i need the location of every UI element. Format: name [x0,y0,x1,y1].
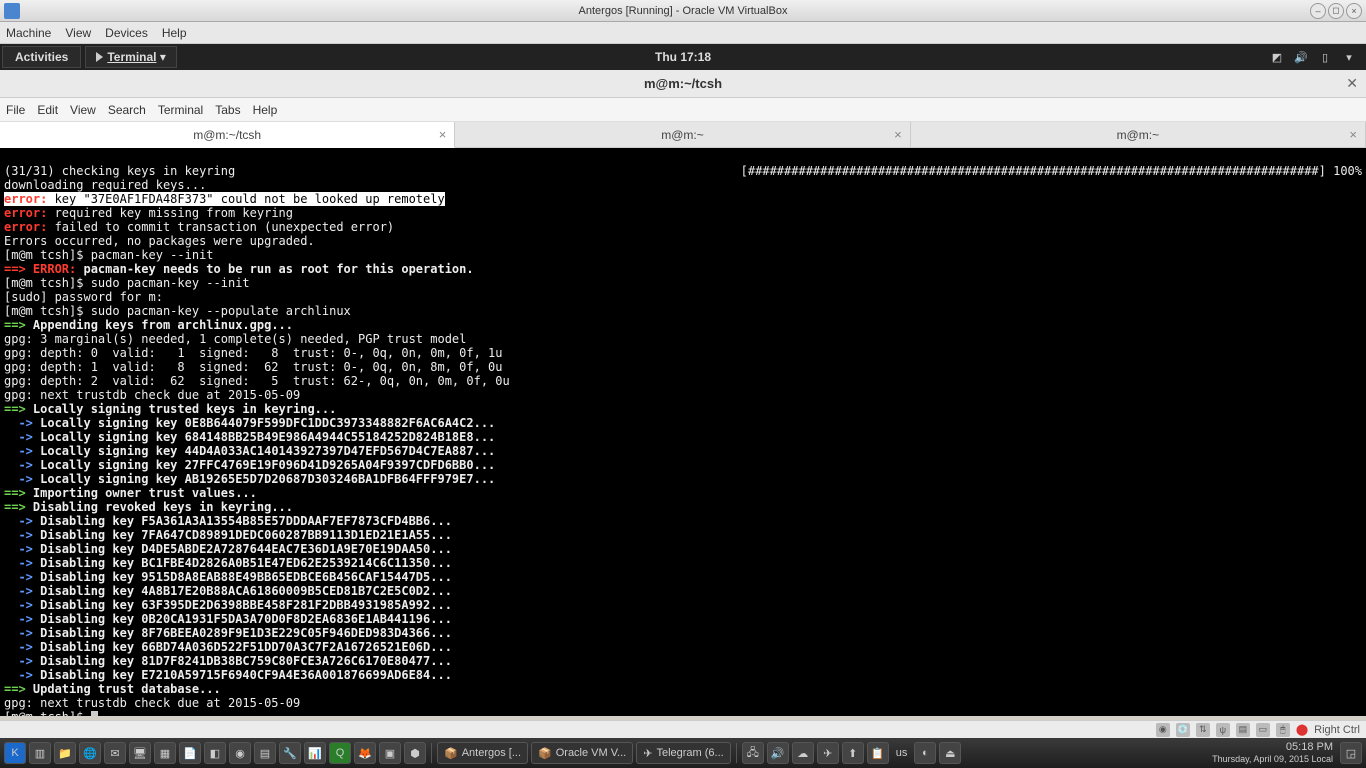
taskbar-icon[interactable]: ⬢ [404,742,426,764]
vbox-optical-icon[interactable]: 💿 [1176,723,1190,737]
minimize-button[interactable]: – [1310,3,1326,19]
vbox-display-icon[interactable]: ▭ [1256,723,1270,737]
term-menu-help[interactable]: Help [253,103,278,117]
taskbar-icon[interactable]: ▣ [379,742,401,764]
vbox-hdd-icon[interactable]: ◉ [1156,723,1170,737]
tray-icon[interactable]: 📋 [867,742,889,764]
host-menubar: Machine View Devices Help [0,22,1366,44]
terminal-cursor [91,711,98,716]
menu-devices[interactable]: Devices [105,26,148,40]
close-button[interactable]: × [1346,3,1362,19]
app-menu-terminal[interactable]: Terminal ▾ [85,46,176,68]
gnome-topbar: Activities Terminal ▾ Thu 17:18 ◩ 🔊 ▯ ▾ [0,44,1366,70]
terminal-output[interactable]: (31/31) checking keys in keyring [######… [0,148,1366,716]
terminal-tab-2-label: m@m:~ [661,128,704,142]
vbox-shared-icon[interactable]: ▤ [1236,723,1250,737]
terminal-menubar: File Edit View Search Terminal Tabs Help [0,98,1366,122]
menu-help[interactable]: Help [162,26,187,40]
terminal-tab-3-label: m@m:~ [1117,128,1160,142]
terminal-tab-1-label: m@m:~/tcsh [193,128,261,142]
gnome-clock[interactable]: Thu 17:18 [655,50,711,64]
menu-view[interactable]: View [65,26,91,40]
taskbar-icon[interactable]: ✉ [104,742,126,764]
taskbar-icon[interactable]: 🔧 [279,742,301,764]
vbox-usb-icon[interactable]: ψ [1216,723,1230,737]
taskbar-icon[interactable]: ◉ [229,742,251,764]
terminal-tab-2[interactable]: m@m:~ × [455,122,910,147]
taskbar-icon[interactable]: 🦊 [354,742,376,764]
taskbar-task-telegram[interactable]: ✈Telegram (6... [636,742,730,764]
vbox-host-key: Right Ctrl [1314,724,1360,736]
taskbar-icon[interactable]: Q [329,742,351,764]
vbox-status-bar: ◉ 💿 ⇅ ψ ▤ ▭ 🖱 ⬤ Right Ctrl [0,720,1366,738]
host-clock[interactable]: 05:18 PM Thursday, April 09, 2015 Local [1212,741,1337,765]
terminal-tab-3[interactable]: m@m:~ × [911,122,1366,147]
taskbar-icon[interactable]: ▦ [154,742,176,764]
taskbar-task-oraclevm[interactable]: 📦Oracle VM V... [531,742,633,764]
terminal-tab-1[interactable]: m@m:~/tcsh × [0,122,455,148]
term-menu-search[interactable]: Search [108,103,146,117]
taskbar-icon[interactable]: 🌐 [79,742,101,764]
accessibility-icon[interactable]: ◩ [1270,50,1284,64]
term-menu-file[interactable]: File [6,103,25,117]
terminal-icon [96,52,103,62]
show-desktop-icon[interactable]: ◲ [1340,742,1362,764]
tray-icon[interactable]: ⬆ [842,742,864,764]
terminal-tab-strip: m@m:~/tcsh × m@m:~ × m@m:~ × [0,122,1366,148]
host-taskbar: K ▥ 📁 🌐 ✉ 🖥 ▦ 📄 ◧ ◉ ▤ 🔧 📊 Q 🦊 ▣ ⬢ 📦Anter… [0,738,1366,768]
tab-close-icon[interactable]: × [439,127,447,142]
tray-icon[interactable]: 🖧 [742,742,764,764]
vbox-capture-icon: ⬤ [1296,723,1308,736]
taskbar-icon[interactable]: ◧ [204,742,226,764]
term-menu-terminal[interactable]: Terminal [158,103,203,117]
taskbar-task-antergos[interactable]: 📦Antergos [... [437,742,528,764]
taskbar-icon[interactable]: 📄 [179,742,201,764]
taskbar-icon[interactable]: 📁 [54,742,76,764]
term-menu-view[interactable]: View [70,103,96,117]
host-window-title: Antergos [Running] - Oracle VM VirtualBo… [579,5,788,17]
tray-icon[interactable]: ✈ [817,742,839,764]
tray-icon[interactable]: ⏏ [939,742,961,764]
vbox-net-icon[interactable]: ⇅ [1196,723,1210,737]
tray-icon[interactable]: 🔊 [767,742,789,764]
taskbar-icon[interactable]: 📊 [304,742,326,764]
keyboard-layout[interactable]: us [892,747,912,759]
terminal-close-button[interactable]: ✕ [1346,75,1358,92]
battery-icon[interactable]: ▯ [1318,50,1332,64]
host-titlebar: Antergos [Running] - Oracle VM VirtualBo… [0,0,1366,22]
maximize-button[interactable]: ◻ [1328,3,1344,19]
terminal-titlebar: m@m:~/tcsh ✕ [0,70,1366,98]
taskbar-icon[interactable]: ▤ [254,742,276,764]
term-menu-edit[interactable]: Edit [37,103,58,117]
volume-icon[interactable]: 🔊 [1294,50,1308,64]
term-menu-tabs[interactable]: Tabs [215,103,240,117]
tab-close-icon[interactable]: × [1349,127,1357,142]
taskbar-icon[interactable]: ▥ [29,742,51,764]
tray-icon[interactable]: ☁ [792,742,814,764]
virtualbox-icon [4,3,20,19]
system-menu-icon[interactable]: ▾ [1342,50,1356,64]
vbox-mouse-icon[interactable]: 🖱 [1276,723,1290,737]
terminal-window-title: m@m:~/tcsh [644,76,722,91]
taskbar-icon[interactable]: 🖥 [129,742,151,764]
activities-button[interactable]: Activities [2,46,81,68]
kde-launcher-icon[interactable]: K [4,742,26,764]
menu-machine[interactable]: Machine [6,26,51,40]
gnome-tray: ◩ 🔊 ▯ ▾ [1270,50,1366,64]
tray-icon[interactable]: ◐ [914,742,936,764]
tab-close-icon[interactable]: × [894,127,902,142]
app-menu-label: Terminal ▾ [107,50,165,64]
